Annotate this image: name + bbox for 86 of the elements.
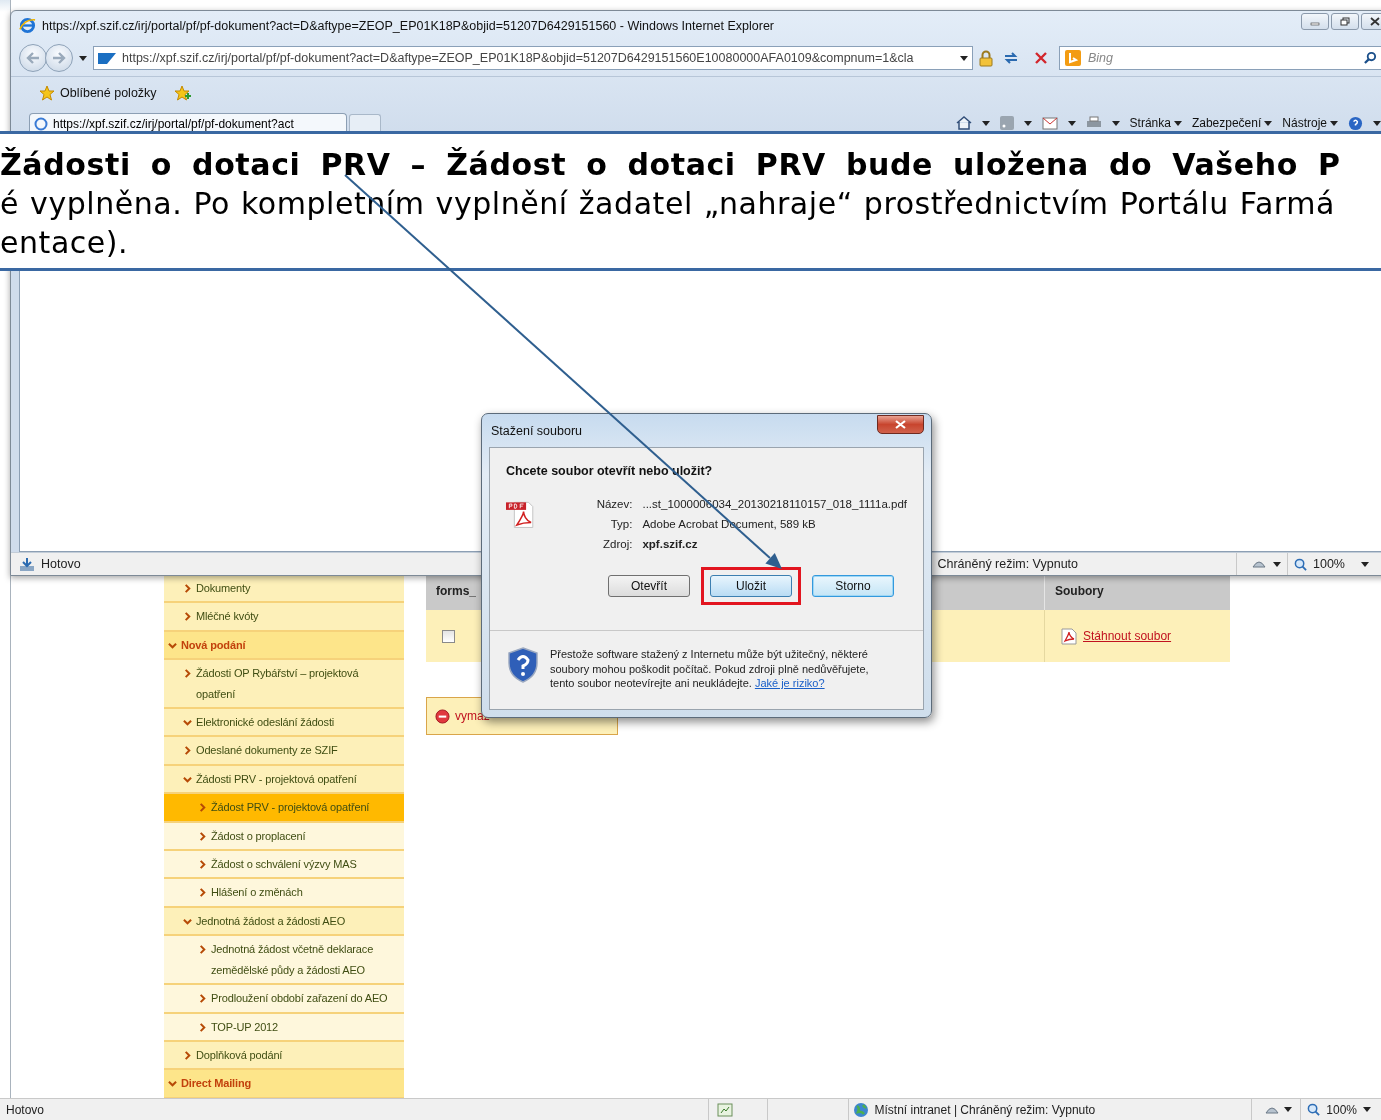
caret-icon: [1264, 120, 1273, 126]
sidebar-item[interactable]: Hlášení o změnách: [164, 879, 404, 908]
favorites-button[interactable]: Oblíbené položky: [35, 83, 161, 103]
close-button[interactable]: [877, 415, 924, 434]
home-icon: [955, 116, 972, 130]
refresh-icon: [1003, 51, 1019, 65]
warning-text: Přestože software stažený z Internetu může být užitečný, některé soubory mohou poškodit počítač. Pokud zdroji plně nedůvěřujete, tento soubor neotevírejte ani neukládejte. Jaké je riziko?: [550, 647, 870, 691]
window-title: https://xpf.szif.cz/irj/portal/pf/pf-dokument?act=D&aftype=ZEOP_EP01K18P&objid=51207D6429151560 - Windows Internet Explorer: [42, 18, 775, 33]
star-add-icon: [173, 85, 192, 101]
dialog-button[interactable]: Otevřít: [608, 575, 690, 597]
caret-icon: [1363, 1107, 1371, 1112]
close-icon: [895, 420, 906, 429]
sidebar-item[interactable]: Jednotná žádost a žádosti AEO: [164, 907, 404, 937]
sidebar-item[interactable]: Nová podání: [164, 631, 404, 661]
caret-icon: [981, 120, 990, 126]
callout-text: entace).: [0, 224, 130, 262]
status-text: Hotovo: [5, 1102, 46, 1117]
command-menu[interactable]: Nástroje: [1282, 116, 1338, 130]
lock-icon: [979, 49, 993, 67]
field-label: Název:: [595, 498, 633, 510]
callout-text: Žádosti o dotaci PRV – Žádost o dotaci PRV bude uložena do Vašeho P: [0, 146, 1342, 184]
browser-logo-icon: [19, 17, 36, 34]
download-link[interactable]: Stáhnout soubor: [1083, 629, 1172, 643]
caret-icon: [1067, 120, 1076, 126]
history-caret-icon: [79, 55, 87, 61]
sidebar-item[interactable]: Žádosti OP Rybářství – projektová opatření: [164, 660, 404, 710]
caret-icon: [1273, 561, 1281, 567]
caret-icon: [1330, 120, 1338, 126]
zone-text: Místní intranet | Chráněný režim: Vypnuto: [873, 1102, 1097, 1117]
dialog-title: Stažení souboru: [491, 423, 583, 438]
close-icon: [1370, 17, 1380, 26]
sidebar-item[interactable]: Dokumenty: [164, 575, 404, 604]
sidebar-item[interactable]: Žádost o schválení výzvy MAS: [164, 851, 404, 880]
risk-link[interactable]: Jaké je riziko?: [754, 677, 825, 689]
caret-icon: [1284, 1107, 1293, 1112]
caret-icon: [960, 55, 968, 61]
zoom-level[interactable]: 100%: [1320, 1102, 1363, 1117]
sidebar-item[interactable]: Jednotná žádost včetně deklarace zemědělské půdy a žádosti AEO: [164, 936, 404, 986]
sidebar-item[interactable]: TOP-UP 2012: [164, 1013, 404, 1042]
command-menu[interactable]: Zabezpečení: [1191, 116, 1273, 130]
globe-icon: [852, 1101, 869, 1118]
sidebar-item[interactable]: Elektronické odeslání žádosti: [164, 709, 404, 738]
zoom-icon: [1307, 1103, 1321, 1116]
dialog-button[interactable]: Uložit: [710, 575, 792, 597]
zoom-icon: [1294, 557, 1307, 571]
field-value: xpf.szif.cz: [642, 538, 699, 550]
printer-icon: [1085, 116, 1102, 130]
caret-icon: [1173, 120, 1182, 126]
loading-icon: [34, 116, 48, 131]
caret-icon: [1111, 120, 1120, 126]
maximize-button[interactable]: [1331, 13, 1359, 30]
sidebar-item[interactable]: Žádost o proplacení: [164, 822, 404, 852]
dialog-button[interactable]: Storno: [812, 575, 894, 597]
sidebar-item[interactable]: Žádost PRV - projektová opatření: [164, 794, 404, 823]
caret-icon: [1373, 120, 1381, 126]
minimize-button[interactable]: [1301, 13, 1329, 30]
star-icon: [39, 85, 55, 101]
sidebar-item[interactable]: Direct Mailing: [164, 1070, 404, 1098]
field-label: Zdroj:: [602, 538, 633, 550]
sidebar-item[interactable]: Prodloužení období zařazení do AEO: [164, 985, 404, 1014]
close-icon: [1035, 52, 1047, 64]
minus-circle-icon: [435, 708, 450, 724]
zoom-level[interactable]: 100%: [1313, 557, 1345, 571]
shield-icon: [508, 647, 538, 683]
pdf-icon: [1061, 627, 1077, 645]
search-field[interactable]: Bing: [1059, 46, 1381, 70]
restore-icon: [1340, 17, 1350, 26]
address-field[interactable]: https://xpf.szif.cz/irj/portal/pf/pf-dokument?act=D&aftype=ZEOP_EP01K18P&objid=51207D6429151560E10080000AFA0109&compnum=1&cla: [93, 46, 973, 70]
field-label: Typ:: [609, 518, 633, 530]
close-button[interactable]: [1361, 13, 1381, 30]
sidebar-item[interactable]: Odeslané dokumenty ze SZIF: [164, 737, 404, 766]
forward-arrow-icon: [52, 52, 66, 64]
dialog-question: Chcete soubor otevřít nebo uložit?: [506, 464, 714, 478]
sidebar-item[interactable]: Žádosti PRV - projektová opatření: [164, 765, 404, 795]
browser-tab[interactable]: https://xpf.szif.cz/irj/portal/pf/pf-dokument?act: [29, 113, 347, 133]
status-text: Hotovo: [41, 557, 82, 571]
checkbox[interactable]: [442, 629, 455, 643]
caret-icon: [1023, 120, 1032, 126]
command-menu[interactable]: Stránka: [1129, 116, 1182, 130]
search-icon[interactable]: [1364, 51, 1377, 64]
back-arrow-icon: [26, 52, 40, 64]
sidebar-item[interactable]: Mléčné kvóty: [164, 603, 404, 632]
caret-icon: [1361, 561, 1369, 567]
search-provider-icon: [1065, 50, 1081, 66]
download-icon: [19, 556, 35, 572]
sidebar-item[interactable]: Doplňková podání: [164, 1041, 404, 1071]
